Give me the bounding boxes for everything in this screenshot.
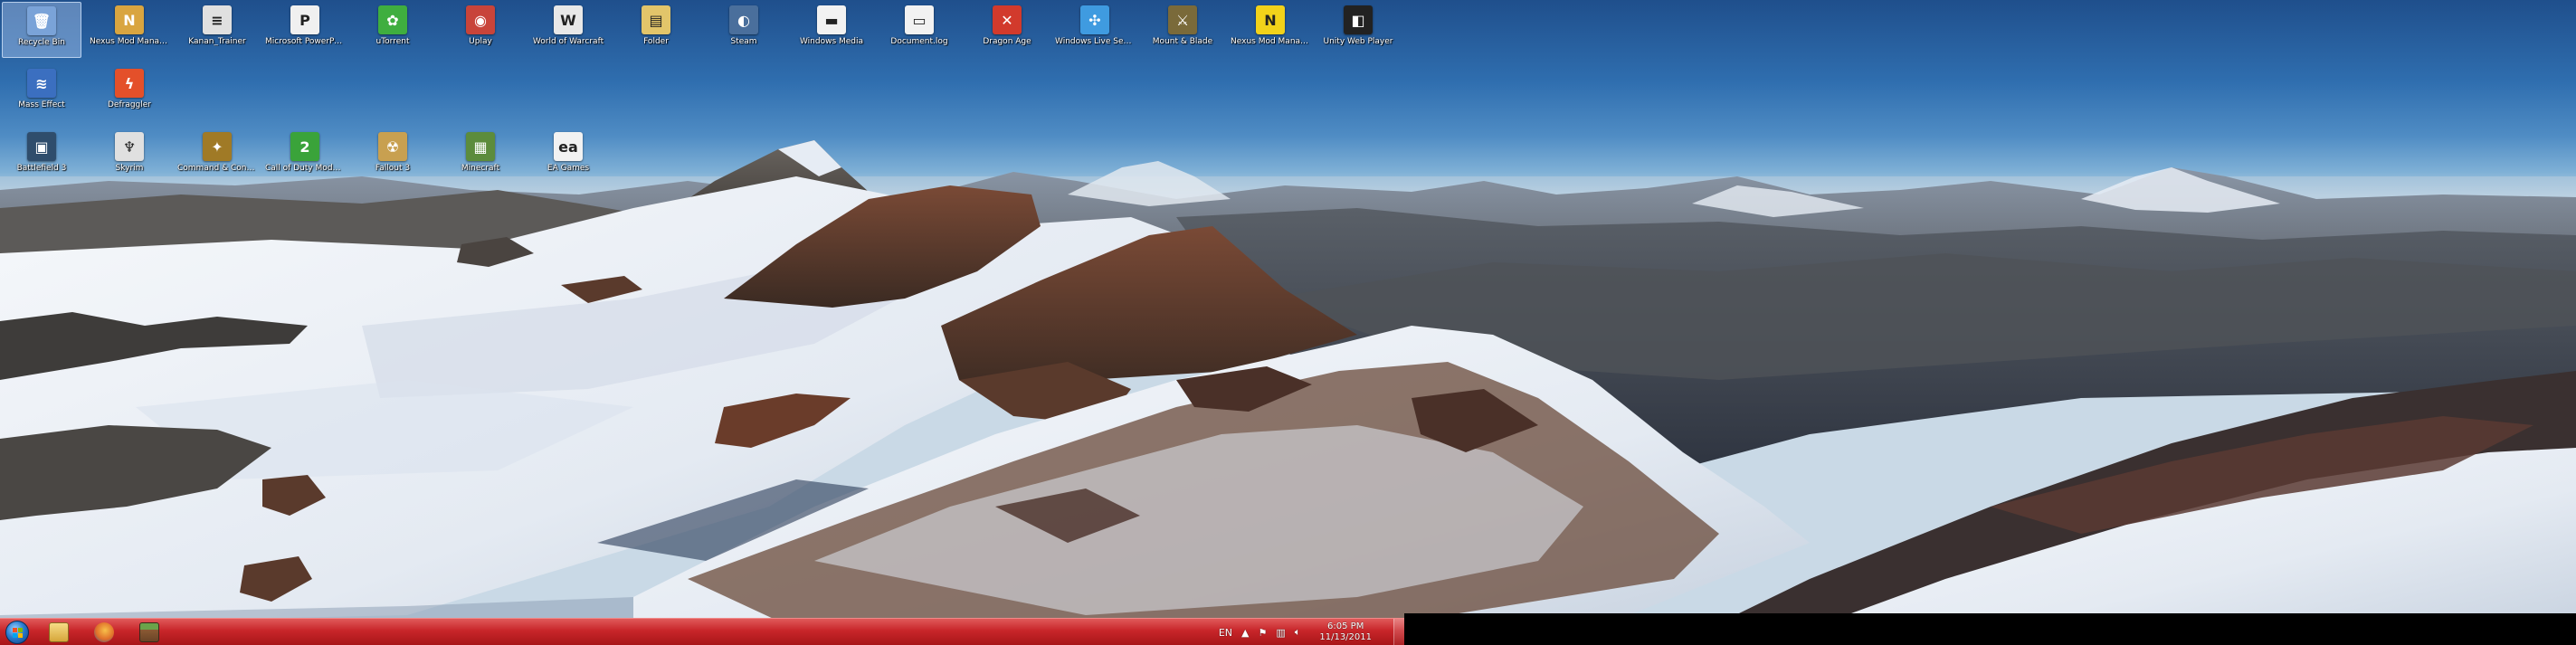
desktop-icon-image: ✣ xyxy=(1080,5,1109,34)
desktop-icon-label: Uplay xyxy=(469,37,492,46)
desktop-icon[interactable]: ✕ Dragon Age xyxy=(967,2,1047,58)
desktop-icon-image: ◉ xyxy=(466,5,495,34)
desktop-icon[interactable]: ▬ Windows Media xyxy=(792,2,871,58)
desktop-icon-label: Unity Web Player xyxy=(1323,37,1393,46)
desktop-icon[interactable]: ⚔ Mount & Blade xyxy=(1143,2,1222,58)
desktop-icon[interactable]: ◉ Uplay xyxy=(441,2,520,58)
desktop-icon[interactable]: N Nexus Mod Manager xyxy=(1231,2,1310,58)
desktop-icon[interactable]: ϟ Defraggler xyxy=(90,65,169,121)
show-desktop-button[interactable] xyxy=(1393,619,1404,645)
windows-logo-icon xyxy=(5,620,29,644)
desktop: 🗑 Recycle Bin N Nexus Mod Manager ≡ Kanan_Tra… xyxy=(0,0,2576,645)
action-center-flag-icon[interactable]: ⚑ xyxy=(1258,627,1267,639)
desktop-icon-image: ▣ xyxy=(27,132,56,161)
desktop-icon-image: 2 xyxy=(290,132,319,161)
desktop-icon-label: Mass Effect xyxy=(18,100,65,109)
desktop-icon[interactable]: ea EA Games xyxy=(528,128,608,185)
desktop-icon[interactable]: ✿ uTorrent xyxy=(353,2,433,58)
desktop-icon-image: ✿ xyxy=(378,5,407,34)
taskbar-pinned-minecraft[interactable] xyxy=(128,620,170,645)
volume-icon[interactable]: 🔈︎ xyxy=(1295,626,1301,639)
desktop-icon[interactable]: W World of Warcraft xyxy=(528,2,608,58)
mountain-wallpaper xyxy=(0,140,2576,645)
desktop-icon-image: ▭ xyxy=(905,5,934,34)
desktop-icon-label: Steam xyxy=(730,37,757,46)
desktop-icon-label: EA Games xyxy=(547,164,590,173)
desktop-icon-image: P xyxy=(290,5,319,34)
taskbar: EN ▲ ⚑ ▥ 🔈︎ 6:05 PM 11/13/2011 xyxy=(0,618,1404,645)
desktop-icon-label: Defraggler xyxy=(107,100,151,109)
desktop-icon-image: ea xyxy=(554,132,583,161)
desktop-icon[interactable]: ✦ Command & Conquer xyxy=(177,128,257,185)
desktop-icon-image: ◧ xyxy=(1344,5,1373,34)
desktop-icon-label: uTorrent xyxy=(375,37,410,46)
start-button[interactable] xyxy=(0,619,34,645)
desktop-icon[interactable]: ▤ Folder xyxy=(616,2,696,58)
desktop-icon-label: Fallout 3 xyxy=(375,164,411,173)
desktop-icon-label: Recycle Bin xyxy=(18,38,65,47)
desktop-icon-label: Microsoft PowerPoint xyxy=(265,37,345,46)
desktop-icon-image: ♆ xyxy=(115,132,144,161)
desktop-icon[interactable]: N Nexus Mod Manager xyxy=(90,2,169,58)
desktop-icon[interactable]: ▣ Battlefield 3 xyxy=(2,128,81,185)
desktop-icon-image: ☢ xyxy=(378,132,407,161)
desktop-icon-label: Folder xyxy=(643,37,669,46)
desktop-icon[interactable]: ◧ Unity Web Player xyxy=(1318,2,1398,58)
desktop-icon-label: Dragon Age xyxy=(983,37,1031,46)
desktop-icon-image: ϟ xyxy=(115,69,144,98)
desktop-icon[interactable]: ◐ Steam xyxy=(704,2,784,58)
desktop-icon-label: Kanan_Trainer xyxy=(188,37,246,46)
desktop-icon-image: ≋ xyxy=(27,69,56,98)
desktop-icon-label: Battlefield 3 xyxy=(16,164,67,173)
desktop-icon-image: ▦ xyxy=(466,132,495,161)
network-icon[interactable]: ▥ xyxy=(1276,627,1285,639)
desktop-icon[interactable]: ≋ Mass Effect xyxy=(2,65,81,121)
desktop-icon-label: Windows Live Setup xyxy=(1055,37,1135,46)
desktop-icon[interactable]: ▦ Minecraft xyxy=(441,128,520,185)
desktop-icon-label: Windows Media xyxy=(799,37,864,46)
desktop-icon-image: ≡ xyxy=(203,5,232,34)
desktop-icon-label: Document.log xyxy=(890,37,948,46)
desktop-icon-label: Skyrim xyxy=(115,164,144,173)
secondary-monitor-bottom-strip xyxy=(1404,613,2576,645)
firefox-icon xyxy=(94,621,114,642)
minecraft-icon xyxy=(139,621,159,642)
desktop-icon-image: ▬ xyxy=(817,5,846,34)
desktop-icon-image: ⚔ xyxy=(1168,5,1197,34)
desktop-icon[interactable]: ▭ Document.log xyxy=(879,2,959,58)
show-hidden-icons-icon[interactable]: ▲ xyxy=(1241,627,1249,639)
taskbar-clock[interactable]: 6:05 PM 11/13/2011 xyxy=(1319,621,1372,643)
desktop-icon-image: ▤ xyxy=(642,5,670,34)
system-tray: EN ▲ ⚑ ▥ 🔈︎ 6:05 PM 11/13/2011 xyxy=(1214,619,1404,645)
desktop-icon-label: Command & Conquer xyxy=(177,164,257,173)
desktop-icon-label: Call of Duty Modern Warfare 2 xyxy=(265,164,345,173)
desktop-icon-image: N xyxy=(115,5,144,34)
desktop-icon-label: Nexus Mod Manager xyxy=(1231,37,1310,46)
desktop-icon-image: ✦ xyxy=(203,132,232,161)
desktop-icon-label: World of Warcraft xyxy=(532,37,604,46)
desktop-icon-image: ✕ xyxy=(993,5,1022,34)
desktop-icon[interactable]: ☢ Fallout 3 xyxy=(353,128,433,185)
language-indicator[interactable]: EN xyxy=(1219,627,1232,639)
clock-date: 11/13/2011 xyxy=(1319,632,1372,642)
desktop-icon[interactable]: ≡ Kanan_Trainer xyxy=(177,2,257,58)
taskbar-pinned-firefox[interactable] xyxy=(83,620,125,645)
desktop-icon-image: W xyxy=(554,5,583,34)
clock-time: 6:05 PM xyxy=(1327,621,1364,631)
desktop-icon[interactable]: 🗑 Recycle Bin xyxy=(2,2,81,58)
desktop-icon-label: Nexus Mod Manager xyxy=(90,37,169,46)
desktop-icon[interactable]: ✣ Windows Live Setup xyxy=(1055,2,1135,58)
folder-icon xyxy=(49,621,69,642)
desktop-icon-label: Minecraft xyxy=(461,164,500,173)
desktop-icon[interactable]: ♆ Skyrim xyxy=(90,128,169,185)
desktop-icon-image: N xyxy=(1256,5,1285,34)
desktop-icon-image: 🗑 xyxy=(27,6,56,35)
desktop-icon[interactable]: P Microsoft PowerPoint xyxy=(265,2,345,58)
desktop-icon-label: Mount & Blade xyxy=(1152,37,1213,46)
taskbar-pinned-explorer[interactable] xyxy=(38,620,80,645)
desktop-icon[interactable]: 2 Call of Duty Modern Warfare 2 xyxy=(265,128,345,185)
desktop-icon-image: ◐ xyxy=(729,5,758,34)
